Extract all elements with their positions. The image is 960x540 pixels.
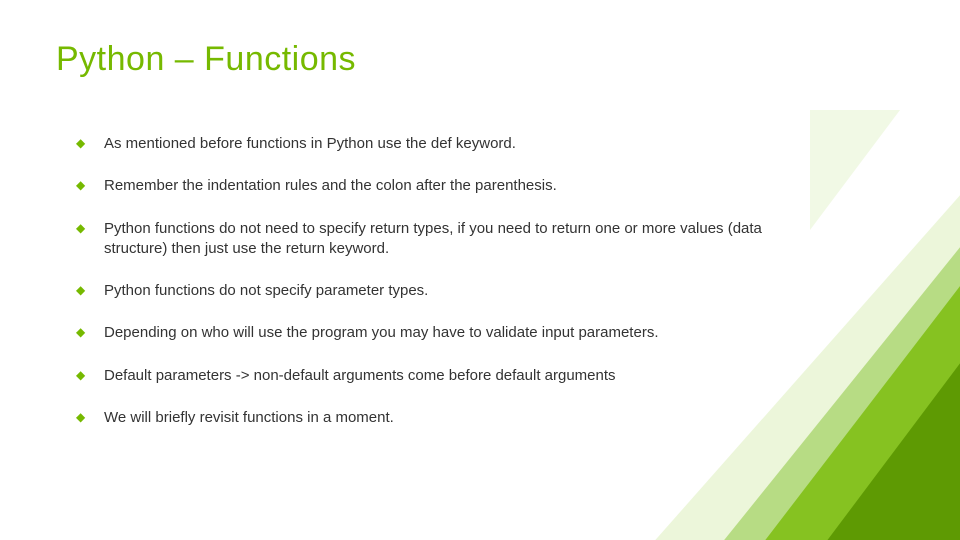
slide-title: Python – Functions: [56, 40, 904, 79]
list-item: Python functions do not specify paramete…: [76, 281, 816, 301]
list-item: As mentioned before functions in Python …: [76, 134, 816, 154]
list-item: Default parameters -> non-default argume…: [76, 366, 816, 386]
list-item: Python functions do not need to specify …: [76, 219, 816, 260]
list-item: We will briefly revisit functions in a m…: [76, 408, 816, 428]
slide: Python – Functions As mentioned before f…: [0, 0, 960, 540]
bullet-list: As mentioned before functions in Python …: [56, 134, 904, 428]
list-item: Depending on who will use the program yo…: [76, 323, 816, 343]
list-item: Remember the indentation rules and the c…: [76, 176, 816, 196]
